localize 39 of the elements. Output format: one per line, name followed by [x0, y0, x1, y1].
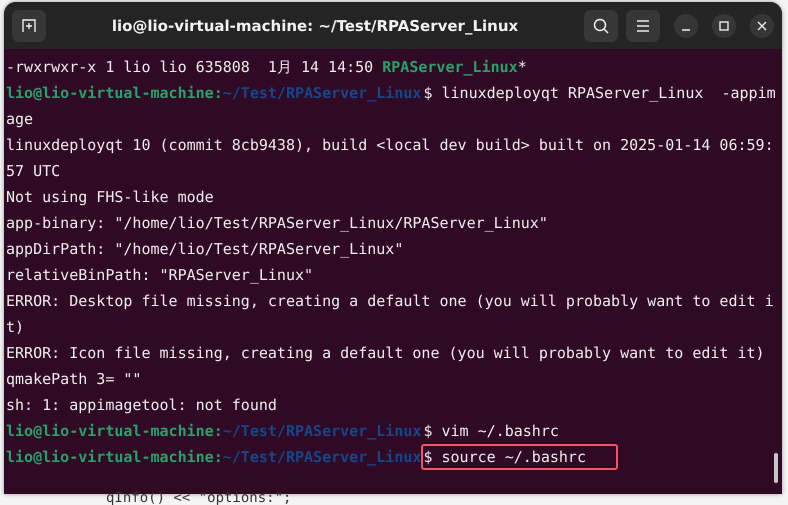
prompt-user: lio@lio-virtual-machine:: [6, 84, 223, 102]
minimize-icon: [682, 28, 690, 30]
listing-text: -rwxrwxr-x 1 lio lio 635808 1月 14 14:50: [6, 58, 374, 76]
close-button[interactable]: [750, 14, 774, 38]
output-text: ERROR: Icon file missing, creating a default one (you will probably want to edit it): [6, 344, 765, 362]
menu-icon: [635, 18, 651, 32]
output-text: sh: 1: appimagetool: not found: [6, 396, 277, 414]
window-title: lio@lio-virtual-machine: ~/Test/RPAServer_Linux: [110, 16, 520, 34]
prompt-path: ~/Test/RPAServer_Linux: [222, 84, 422, 102]
new-tab-button[interactable]: [12, 10, 46, 42]
maximize-icon: [718, 20, 730, 32]
file-suffix: *: [518, 58, 527, 76]
menu-button[interactable]: [626, 10, 660, 42]
new-tab-icon: [21, 18, 37, 34]
command-text: $ linuxdeployqt RPAServer_Linux -appim: [422, 83, 777, 104]
output-text: relativeBinPath: "RPAServer_Linux": [6, 266, 314, 284]
output-text: age: [6, 110, 34, 128]
output-text: linuxdeployqt 10 (commit 8cb9438), build <local dev build> built on 2025-01-14 06:59:: [6, 136, 774, 154]
output-text: ERROR: Desktop file missing, creating a default one (you will probably want to edit i: [6, 292, 774, 310]
command-text: $ source ~/.bashrc: [421, 444, 618, 470]
output-text: appDirPath: "/home/lio/Test/RPAServer_Linux": [6, 240, 404, 258]
maximize-button[interactable]: [712, 14, 736, 38]
prompt-user: lio@lio-virtual-machine:: [6, 448, 223, 466]
output-text: 57 UTC: [6, 162, 60, 180]
prompt-path: ~/Test/RPAServer_Linux: [222, 422, 422, 440]
prompt-path: ~/Test/RPAServer_Linux: [222, 448, 422, 466]
file-name: RPAServer_Linux: [382, 58, 518, 76]
scrollbar[interactable]: [774, 453, 778, 483]
search-icon: [592, 16, 610, 34]
prompt-user: lio@lio-virtual-machine:: [6, 422, 223, 440]
search-button[interactable]: [584, 10, 618, 42]
close-icon: [756, 20, 768, 32]
output-text: app-binary: "/home/lio/Test/RPAServer_Linux/RPAServer_Linux": [6, 214, 548, 232]
output-text: Not using FHS-like mode: [6, 188, 214, 206]
background-code-text: qInfo() << "options:";: [106, 492, 292, 505]
output-text: qmakePath 3= "": [6, 370, 142, 388]
command-text: $ vim ~/.bashrc: [422, 421, 560, 442]
output-text: t): [6, 318, 24, 336]
minimize-button[interactable]: [674, 14, 698, 38]
